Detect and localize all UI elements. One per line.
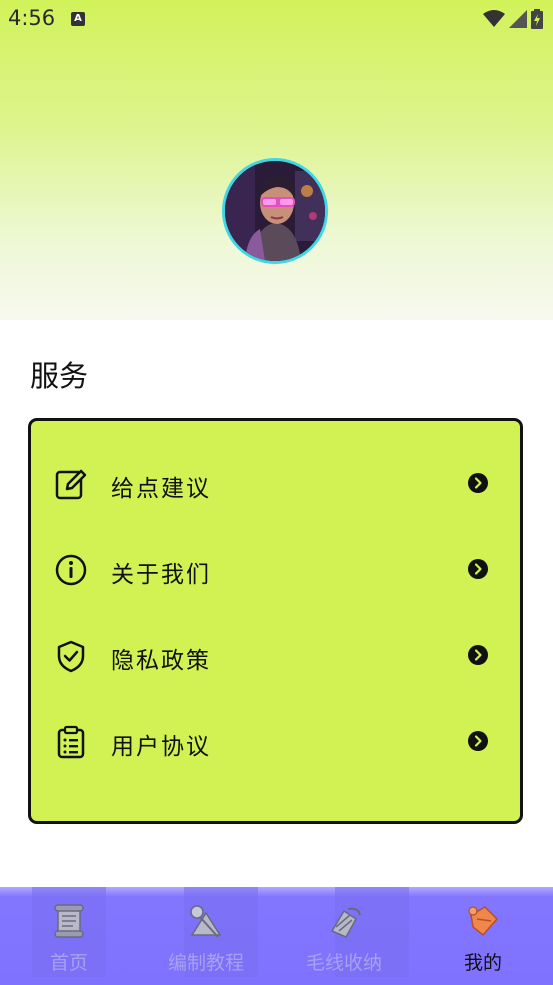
battery-icon bbox=[531, 9, 543, 29]
tab-tutorial[interactable]: 编制教程 bbox=[151, 895, 261, 985]
tab-label: 我的 bbox=[463, 952, 502, 974]
tab-profile[interactable]: 我的 bbox=[428, 895, 538, 985]
service-item-agreement[interactable]: 用户协议 bbox=[31, 711, 520, 771]
edit-icon bbox=[55, 469, 87, 500]
service-item-privacy[interactable]: 隐私政策 bbox=[31, 625, 520, 685]
service-item-about[interactable]: 关于我们 bbox=[31, 539, 520, 599]
profile-screen: 4:56 A 服务 给点建议 关于我们 隐私政策 用户协议 首页 编制教程 毛线… bbox=[0, 0, 553, 985]
chevron-right-icon bbox=[468, 645, 488, 665]
service-item-label: 隐私政策 bbox=[111, 648, 211, 674]
status-time: 4:56 bbox=[8, 6, 56, 30]
tab-yarn-storage[interactable]: 毛线收纳 bbox=[289, 895, 399, 985]
status-icons bbox=[483, 9, 543, 29]
signal-icon bbox=[509, 10, 527, 28]
service-item-label: 用户协议 bbox=[111, 734, 211, 760]
bottom-tab-bar: 首页 编制教程 毛线收纳 我的 bbox=[0, 887, 553, 985]
info-icon bbox=[55, 554, 87, 586]
yarn-storage-icon bbox=[330, 907, 361, 938]
chevron-right-icon bbox=[468, 473, 488, 493]
avatar-portrait bbox=[225, 161, 325, 261]
tab-home[interactable]: 首页 bbox=[14, 895, 124, 985]
user-avatar[interactable] bbox=[222, 158, 328, 264]
chevron-right-icon bbox=[468, 731, 488, 751]
chevron-right-icon bbox=[468, 559, 488, 579]
tab-label: 毛线收纳 bbox=[305, 952, 382, 974]
notification-badge-icon: A bbox=[71, 12, 85, 26]
tab-label: 首页 bbox=[49, 952, 88, 974]
service-item-feedback[interactable]: 给点建议 bbox=[31, 453, 520, 513]
clipboard-list-icon bbox=[57, 725, 85, 759]
wifi-icon bbox=[483, 10, 505, 27]
service-item-label: 关于我们 bbox=[111, 562, 211, 588]
scroll-icon bbox=[54, 904, 84, 938]
profile-icon bbox=[468, 906, 499, 937]
status-bar: 4:56 A bbox=[0, 0, 553, 40]
yarn-tutorial-icon bbox=[190, 905, 222, 938]
service-item-label: 给点建议 bbox=[111, 476, 211, 502]
tab-label: 编制教程 bbox=[167, 952, 244, 974]
services-title: 服务 bbox=[30, 359, 89, 393]
shield-check-icon bbox=[57, 640, 85, 673]
services-card: 给点建议 关于我们 隐私政策 用户协议 bbox=[28, 418, 523, 824]
